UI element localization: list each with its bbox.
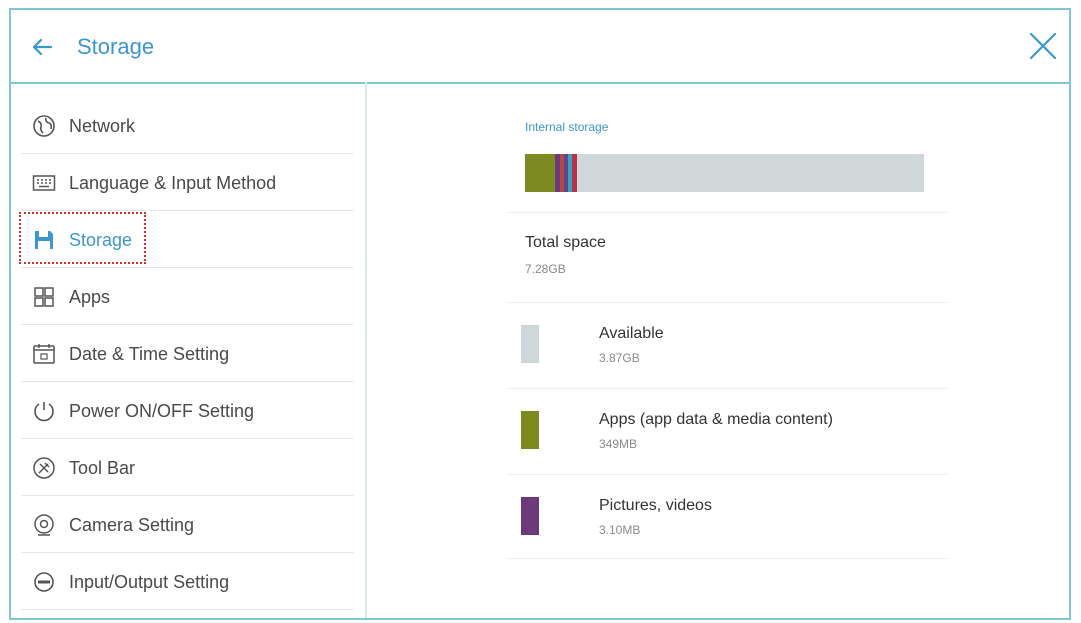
sidebar-item-network[interactable]: Network xyxy=(21,98,354,154)
divider xyxy=(21,438,354,439)
storage-row-value: 3.10MB xyxy=(599,523,641,537)
divider xyxy=(21,552,354,553)
divider xyxy=(21,324,354,325)
storage-row-available[interactable]: Available 3.87GB xyxy=(517,317,947,397)
sidebar-item-storage[interactable]: Storage xyxy=(21,212,354,268)
divider xyxy=(21,210,354,211)
close-button[interactable] xyxy=(1027,30,1059,62)
page-title: Storage xyxy=(77,34,155,59)
apps-grid-icon xyxy=(31,284,57,310)
sidebar-item-label: Apps xyxy=(69,286,111,307)
total-space-value: 7.28GB xyxy=(525,262,566,276)
power-icon xyxy=(31,398,57,424)
storage-row-value: 349MB xyxy=(599,437,638,451)
settings-window: Storage Network Language & Input Method xyxy=(9,8,1071,620)
storage-row-value: 3.87GB xyxy=(599,351,640,365)
divider xyxy=(507,388,947,389)
storage-row-pictures-videos[interactable]: Pictures, videos 3.10MB xyxy=(517,489,947,569)
divider xyxy=(21,267,354,268)
close-icon xyxy=(1029,32,1057,60)
divider xyxy=(21,381,354,382)
sidebar-item-label: Tool Bar xyxy=(69,457,136,478)
storage-row-label: Apps (app data & media content) xyxy=(599,411,833,428)
storage-row-apps[interactable]: Apps (app data & media content) 349MB xyxy=(517,403,947,483)
sidebar-item-tool-bar[interactable]: Tool Bar xyxy=(21,440,354,496)
sidebar-item-label: Network xyxy=(69,115,136,136)
settings-sidebar: Network Language & Input Method Storage … xyxy=(11,82,367,618)
divider xyxy=(21,495,354,496)
storage-panel: Internal storage Total space 7.28GB Avai… xyxy=(367,82,1069,618)
globe-icon xyxy=(31,113,57,139)
divider xyxy=(21,153,354,154)
camera-icon xyxy=(31,512,57,538)
divider xyxy=(21,609,354,610)
total-space-label: Total space xyxy=(525,234,606,251)
arrow-left-icon xyxy=(32,38,53,56)
title-bar: Storage xyxy=(11,10,1069,84)
divider xyxy=(507,474,947,475)
sidebar-item-label: Language & Input Method xyxy=(69,172,277,193)
color-swatch xyxy=(521,325,539,363)
sidebar-item-label: Power ON/OFF Setting xyxy=(69,400,255,421)
sidebar-item-input-output[interactable]: Input/Output Setting xyxy=(21,554,354,610)
sidebar-item-label: Date & Time Setting xyxy=(69,343,230,364)
color-swatch xyxy=(521,411,539,449)
input-output-icon xyxy=(31,569,57,595)
divider xyxy=(507,212,947,213)
sidebar-item-label: Input/Output Setting xyxy=(69,571,230,592)
usage-segment-apps xyxy=(525,154,555,192)
floppy-disk-icon xyxy=(31,227,57,253)
divider xyxy=(507,302,947,303)
sidebar-item-label: Camera Setting xyxy=(69,514,195,535)
sidebar-item-apps[interactable]: Apps xyxy=(21,269,354,325)
storage-row-label: Pictures, videos xyxy=(599,497,712,514)
back-button[interactable] xyxy=(29,34,55,60)
sidebar-item-camera[interactable]: Camera Setting xyxy=(21,497,354,553)
usage-segment-other-4 xyxy=(572,154,578,192)
keyboard-icon xyxy=(31,170,57,196)
calendar-icon xyxy=(31,341,57,367)
toolbar-icon xyxy=(31,455,57,481)
divider xyxy=(507,558,947,559)
storage-usage-bar xyxy=(525,154,924,192)
sidebar-item-label: Storage xyxy=(69,229,133,250)
sidebar-item-power[interactable]: Power ON/OFF Setting xyxy=(21,383,354,439)
storage-row-label: Available xyxy=(599,325,664,342)
color-swatch xyxy=(521,497,539,535)
section-title: Internal storage xyxy=(525,120,609,134)
sidebar-item-language[interactable]: Language & Input Method xyxy=(21,155,354,211)
sidebar-item-date-time[interactable]: Date & Time Setting xyxy=(21,326,354,382)
